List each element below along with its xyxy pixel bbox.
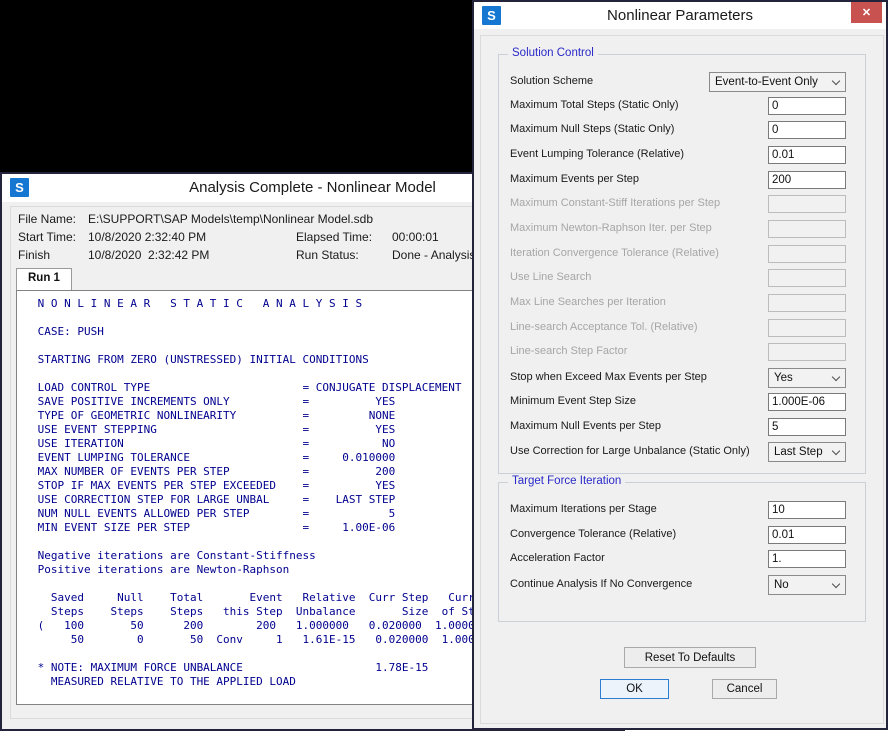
- screen: S Analysis Complete - Nonlinear Model Fi…: [0, 0, 890, 733]
- max-line-searches-input: [768, 294, 846, 312]
- run-status-label: Run Status:: [296, 248, 359, 262]
- convergence-tolerance-label: Convergence Tolerance (Relative): [510, 528, 677, 540]
- max-newton-raphson-iterations-input: [768, 220, 846, 238]
- acceleration-factor-input[interactable]: [768, 550, 846, 568]
- close-button[interactable]: ✕: [851, 2, 882, 23]
- start-time-value: 10/8/2020 2:32:40 PM: [88, 230, 207, 244]
- reset-to-defaults-button[interactable]: Reset To Defaults: [624, 647, 756, 668]
- line-search-step-factor-input: [768, 343, 846, 361]
- chevron-down-icon: [831, 372, 841, 381]
- nonlinear-parameters-dialog: S Nonlinear Parameters ✕ Solution Contro…: [472, 0, 888, 730]
- max-events-per-step-input[interactable]: [768, 171, 846, 189]
- use-correction-select[interactable]: Last Step: [768, 442, 846, 462]
- app-background: [0, 0, 474, 174]
- max-constant-stiff-iterations-input: [768, 195, 846, 213]
- max-line-searches-label: Max Line Searches per Iteration: [510, 296, 666, 308]
- solution-control-group: Solution Control: [498, 47, 866, 474]
- file-name-value: E:\SUPPORT\SAP Models\temp\Nonlinear Mod…: [88, 212, 374, 226]
- continue-analysis-select[interactable]: No: [768, 575, 846, 595]
- ok-button[interactable]: OK: [600, 679, 669, 699]
- event-lumping-tolerance-input[interactable]: [768, 146, 846, 164]
- use-line-search-input: [768, 269, 846, 287]
- use-correction-value: Last Step: [774, 446, 823, 458]
- stop-when-exceed-value: Yes: [774, 372, 793, 384]
- right-dialog-titlebar[interactable]: S Nonlinear Parameters ✕: [474, 2, 886, 29]
- finish-time-value: 10/8/2020 2:32:42 PM: [88, 248, 210, 262]
- file-name-label: File Name:: [18, 212, 77, 226]
- tab-run-1[interactable]: Run 1: [16, 268, 72, 290]
- max-null-events-per-step-input[interactable]: [768, 418, 846, 436]
- acceleration-factor-label: Acceleration Factor: [510, 552, 605, 564]
- max-null-events-per-step-label: Maximum Null Events per Step: [510, 420, 661, 432]
- max-constant-stiff-iterations-label: Maximum Constant-Stiff Iterations per St…: [510, 197, 721, 209]
- elapsed-time-label: Elapsed Time:: [296, 230, 373, 244]
- close-icon: ✕: [861, 7, 872, 19]
- solution-scheme-value: Event-to-Event Only: [715, 76, 818, 88]
- start-time-label: Start Time:: [18, 230, 77, 244]
- cancel-button[interactable]: Cancel: [712, 679, 777, 699]
- line-search-acceptance-tol-input: [768, 319, 846, 337]
- chevron-down-icon: [831, 76, 841, 85]
- max-total-steps-label: Maximum Total Steps (Static Only): [510, 99, 679, 111]
- min-event-step-size-input[interactable]: [768, 393, 846, 411]
- solution-scheme-label: Solution Scheme: [510, 75, 594, 87]
- iteration-convergence-tolerance-input: [768, 245, 846, 263]
- max-null-steps-label: Maximum Null Steps (Static Only): [510, 123, 675, 135]
- convergence-tolerance-input[interactable]: [768, 526, 846, 544]
- elapsed-time-value: 00:00:01: [392, 230, 439, 244]
- use-correction-label: Use Correction for Large Unbalance (Stat…: [510, 445, 750, 457]
- event-lumping-tolerance-label: Event Lumping Tolerance (Relative): [510, 148, 685, 160]
- line-search-acceptance-tol-label: Line-search Acceptance Tol. (Relative): [510, 321, 698, 333]
- use-line-search-label: Use Line Search: [510, 271, 592, 283]
- chevron-down-icon: [831, 579, 841, 588]
- iteration-convergence-tolerance-label: Iteration Convergence Tolerance (Relativ…: [510, 247, 719, 259]
- max-total-steps-input[interactable]: [768, 97, 846, 115]
- line-search-step-factor-label: Line-search Step Factor: [510, 345, 628, 357]
- target-force-iteration-group-label: Target Force Iteration: [508, 475, 626, 487]
- max-events-per-step-label: Maximum Events per Step: [510, 173, 639, 185]
- stop-when-exceed-label: Stop when Exceed Max Events per Step: [510, 371, 707, 383]
- right-dialog-title: Nonlinear Parameters: [607, 7, 753, 24]
- max-newton-raphson-iterations-label: Maximum Newton-Raphson Iter. per Step: [510, 222, 712, 234]
- max-iterations-per-stage-label: Maximum Iterations per Stage: [510, 503, 657, 515]
- stop-when-exceed-select[interactable]: Yes: [768, 368, 846, 388]
- solution-control-group-label: Solution Control: [508, 47, 598, 59]
- finish-time-label: Finish: [18, 248, 51, 262]
- continue-analysis-label: Continue Analysis If No Convergence: [510, 578, 693, 590]
- continue-analysis-value: No: [774, 579, 789, 591]
- min-event-step-size-label: Minimum Event Step Size: [510, 395, 636, 407]
- chevron-down-icon: [831, 446, 841, 455]
- solution-scheme-select[interactable]: Event-to-Event Only: [709, 72, 846, 92]
- max-iterations-per-stage-input[interactable]: [768, 501, 846, 519]
- max-null-steps-input[interactable]: [768, 121, 846, 139]
